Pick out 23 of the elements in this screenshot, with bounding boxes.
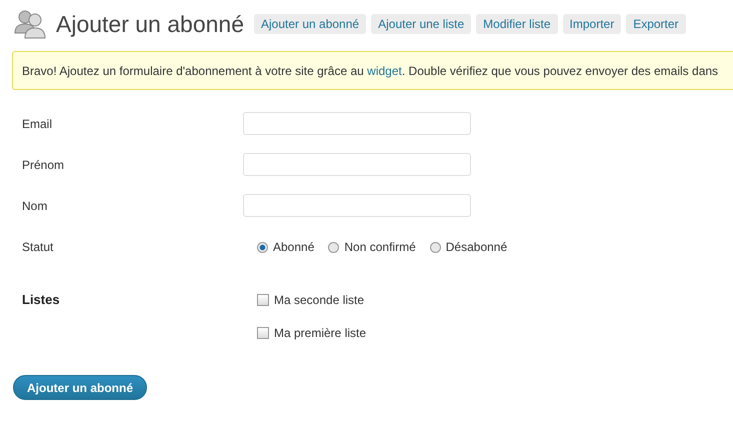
section-label: Listes [22, 292, 60, 307]
field-label: Nom [22, 199, 48, 213]
input-field[interactable] [243, 194, 471, 217]
field-label: Statut [22, 240, 54, 254]
nav-button[interactable]: Modifier liste [476, 14, 558, 34]
radio-option[interactable]: Abonné [257, 240, 314, 254]
radio-option[interactable]: Désabonné [430, 240, 508, 254]
nav-button[interactable]: Importer [562, 14, 622, 34]
nav-button[interactable]: Exporter [626, 14, 686, 34]
checkbox-option[interactable]: Ma seconde liste [257, 293, 503, 307]
input-field[interactable] [243, 112, 471, 135]
page-title: Ajouter un abonné [56, 10, 244, 38]
field-label: Email [22, 117, 52, 131]
input-field[interactable] [243, 153, 471, 176]
submit-button[interactable]: Ajouter un abonné [13, 375, 147, 400]
users-icon [14, 9, 46, 39]
field-label: Prénom [22, 158, 64, 172]
radio-option[interactable]: Non confirmé [328, 240, 416, 254]
checkbox-option[interactable]: Ma première liste [257, 326, 503, 340]
nav-button[interactable]: Ajouter une liste [371, 14, 472, 34]
notice-text: Bravo! Ajoutez un formulaire d'abonnement à votre site grâce au widget. Double vérifiez que vous pouvez envoyer des emails dans [22, 64, 718, 78]
nav-button[interactable]: Ajouter un abonné [254, 14, 366, 34]
widget-link[interactable]: widget [367, 64, 402, 78]
